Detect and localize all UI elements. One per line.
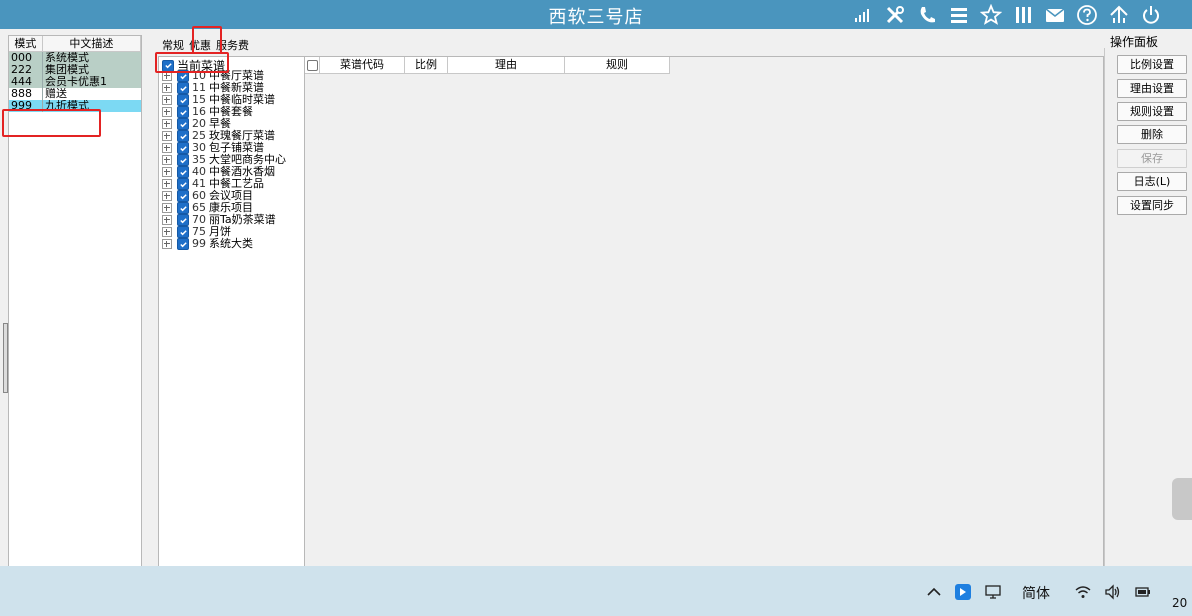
column-header-reason[interactable]: 理由 [448, 57, 565, 73]
sync-settings-button[interactable]: 设置同步 [1117, 196, 1187, 215]
chevron-up-icon[interactable] [925, 583, 943, 605]
expand-icon[interactable] [162, 131, 172, 141]
tools-icon[interactable] [882, 3, 908, 27]
app-tray-icon[interactable] [954, 583, 972, 605]
star-icon[interactable] [978, 3, 1004, 27]
titlebar-toolbar [850, 2, 1164, 28]
taskbar: 简体 20 [0, 566, 1192, 616]
mode-code: 888 [9, 88, 43, 100]
mode-desc: 会员卡优惠1 [45, 76, 107, 88]
expand-icon[interactable] [162, 167, 172, 177]
highlight-discount-tab [192, 26, 222, 54]
mode-row[interactable]: 888 赠送 [9, 88, 141, 100]
checkbox-checked-icon[interactable] [177, 226, 189, 238]
expand-icon[interactable] [162, 191, 172, 201]
column-header-rule[interactable]: 规则 [565, 57, 670, 73]
expand-icon[interactable] [162, 203, 172, 213]
monitor-icon[interactable] [984, 583, 1002, 605]
mail-icon[interactable] [1042, 3, 1068, 27]
mode-code: 222 [9, 64, 43, 76]
mode-row[interactable]: 222 集团模式 [9, 64, 141, 76]
tree-item[interactable]: 99 系统大类 [162, 238, 253, 250]
mode-list-header: 模式 中文描述 [9, 36, 141, 52]
volume-icon[interactable] [1104, 583, 1122, 605]
mode-code: 000 [9, 52, 43, 64]
menu-tree[interactable]: 当前菜谱 10 中餐厅菜谱 11 中餐新菜谱 15 中餐临时菜谱 16 中餐套餐 20 早… [158, 56, 306, 568]
tree-item[interactable]: 16 中餐套餐 [162, 106, 253, 118]
checkbox-checked-icon[interactable] [177, 142, 189, 154]
signal-icon[interactable] [850, 3, 876, 27]
column-header-description[interactable]: 中文描述 [43, 36, 141, 51]
expand-icon[interactable] [162, 227, 172, 237]
battery-icon[interactable] [1134, 583, 1152, 605]
log-button[interactable]: 日志(L) [1117, 172, 1187, 191]
title-bar: 西软三号店 [0, 0, 1192, 29]
tree-item-name: 系统大类 [209, 237, 253, 250]
wifi-icon[interactable] [1074, 583, 1092, 605]
column-header-mode[interactable]: 模式 [9, 36, 43, 51]
grid-header: 菜谱代码 比例 理由 规则 [305, 57, 670, 74]
checkbox-checked-icon[interactable] [177, 178, 189, 190]
menu-icon[interactable] [946, 3, 972, 27]
save-button[interactable]: 保存 [1117, 149, 1187, 168]
discount-grid[interactable]: 菜谱代码 比例 理由 规则 [304, 56, 1104, 568]
checkbox-checked-icon[interactable] [177, 214, 189, 226]
ime-indicator[interactable]: 简体 [1022, 583, 1050, 603]
checkbox-checked-icon[interactable] [177, 190, 189, 202]
delete-button[interactable]: 删除 [1117, 125, 1187, 144]
checkbox-checked-icon[interactable] [177, 154, 189, 166]
mode-desc: 集团模式 [45, 64, 89, 76]
mode-row[interactable]: 444 会员卡优惠1 [9, 76, 141, 88]
checkbox-checked-icon[interactable] [177, 130, 189, 142]
checkbox-checked-icon[interactable] [177, 82, 189, 94]
expand-icon[interactable] [162, 179, 172, 189]
ratio-settings-button[interactable]: 比例设置 [1117, 55, 1187, 74]
column-header-ratio[interactable]: 比例 [405, 57, 448, 73]
tab-general[interactable]: 常规 [162, 37, 184, 53]
expand-icon[interactable] [162, 215, 172, 225]
expand-icon[interactable] [162, 155, 172, 165]
phone-icon[interactable] [914, 3, 940, 27]
columns-icon[interactable] [1010, 3, 1036, 27]
expand-icon[interactable] [162, 239, 172, 249]
expand-icon[interactable] [162, 143, 172, 153]
select-all-checkbox[interactable] [305, 57, 320, 73]
power-icon[interactable] [1138, 3, 1164, 27]
mode-row[interactable]: 000 系统模式 [9, 52, 141, 64]
expand-icon[interactable] [162, 95, 172, 105]
expand-icon[interactable] [162, 83, 172, 93]
scroll-handle[interactable] [1172, 478, 1192, 520]
checkbox-checked-icon[interactable] [177, 118, 189, 130]
checkbox-empty-icon[interactable] [306, 59, 318, 71]
checkbox-checked-icon[interactable] [177, 166, 189, 178]
mode-desc: 赠送 [45, 88, 67, 100]
help-icon[interactable] [1074, 3, 1100, 27]
rule-settings-button[interactable]: 规则设置 [1117, 102, 1187, 121]
highlight-current-menu [155, 52, 229, 73]
column-header-menu-code[interactable]: 菜谱代码 [320, 57, 405, 73]
tree-item-code: 99 [192, 237, 206, 250]
splitter-handle[interactable] [3, 323, 8, 393]
checkbox-checked-icon[interactable] [177, 106, 189, 118]
checkbox-checked-icon[interactable] [177, 94, 189, 106]
expand-icon[interactable] [162, 107, 172, 117]
checkbox-checked-icon[interactable] [177, 202, 189, 214]
clock-text: 20 [1172, 596, 1188, 610]
mode-code: 444 [9, 76, 43, 88]
network-icon[interactable] [1106, 3, 1132, 27]
mode-desc: 系统模式 [45, 52, 89, 64]
expand-icon[interactable] [162, 119, 172, 129]
highlight-selected-mode [2, 109, 101, 137]
reason-settings-button[interactable]: 理由设置 [1117, 79, 1187, 98]
checkbox-checked-icon[interactable] [177, 238, 189, 250]
